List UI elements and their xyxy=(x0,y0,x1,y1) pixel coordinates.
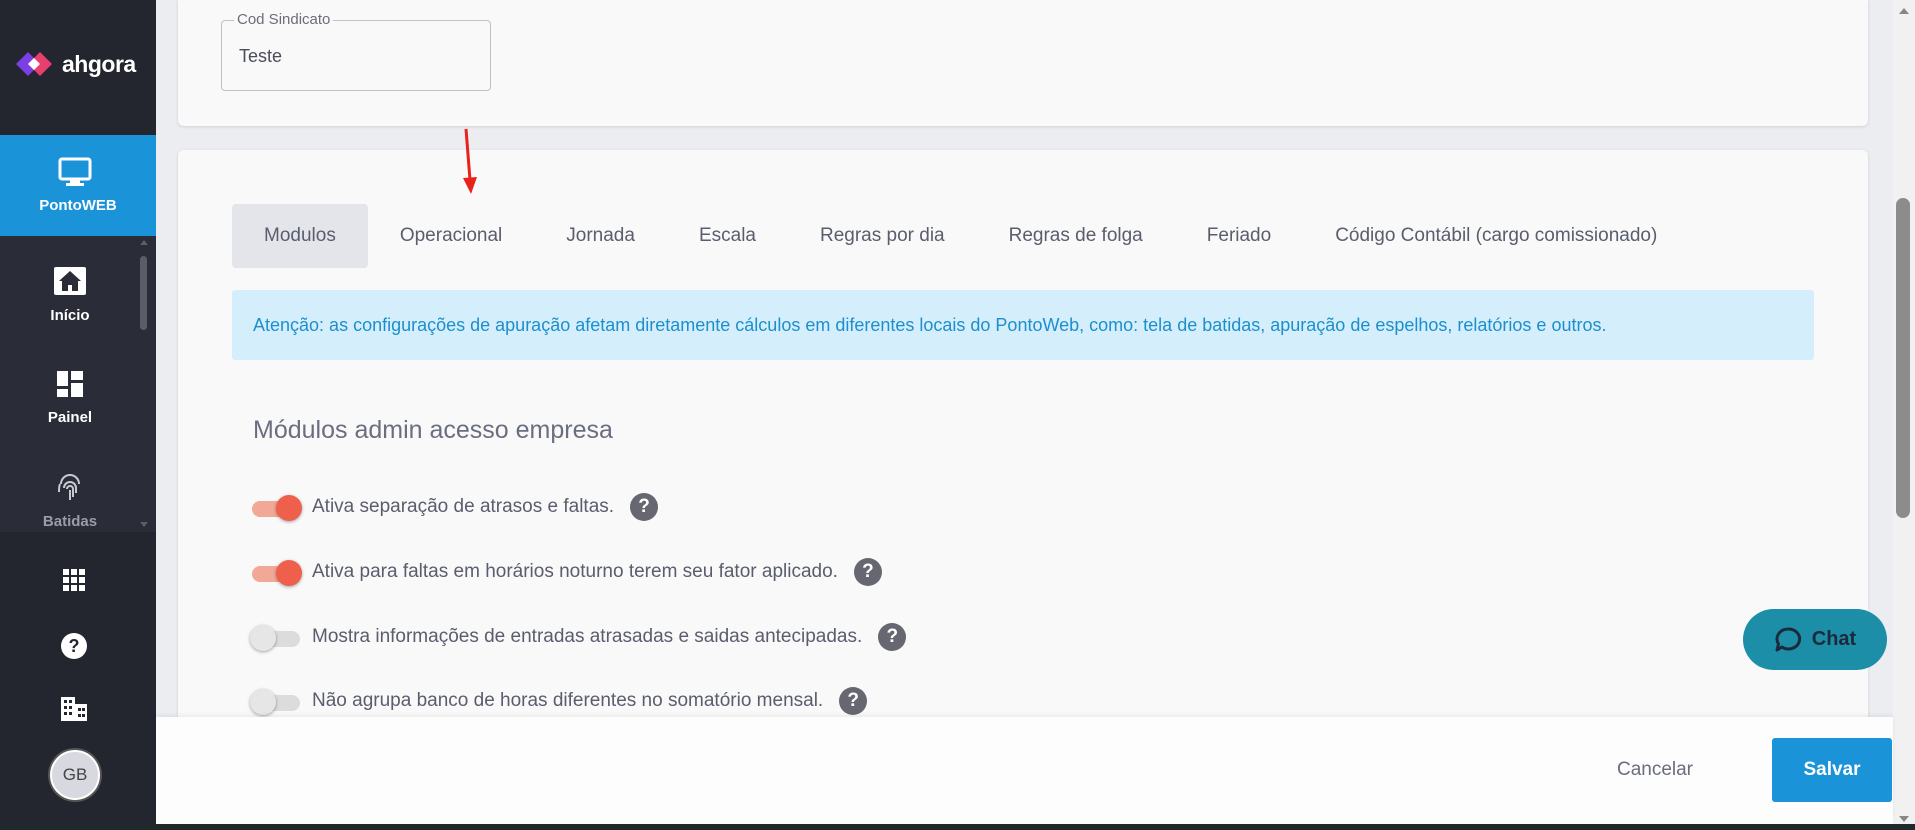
dashboard-icon xyxy=(57,371,83,397)
bottom-edge xyxy=(0,824,1915,830)
option-row: Mostra informações de entradas atrasadas… xyxy=(250,621,907,653)
help-icon[interactable]: ? xyxy=(630,493,659,521)
sidebar-nav-list[interactable]: Início Painel Batidas xyxy=(0,236,156,532)
ahgora-logo[interactable]: ahgora xyxy=(14,44,136,84)
tab-modulos[interactable]: Modulos xyxy=(232,204,368,268)
cod-sindicato-label: Cod Sindicato xyxy=(234,11,334,28)
brand-name: ahgora xyxy=(62,50,136,77)
apps-button[interactable] xyxy=(0,568,148,597)
option-label: Mostra informações de entradas atrasadas… xyxy=(312,626,863,647)
section-title: Módulos admin acesso empresa xyxy=(253,416,613,444)
sidebar-item-painel[interactable]: Painel xyxy=(0,370,140,426)
cod-sindicato-field[interactable]: Cod Sindicato Teste xyxy=(221,11,491,91)
chat-button[interactable]: Chat xyxy=(1743,609,1887,670)
company-button[interactable] xyxy=(0,696,148,727)
tab-escala[interactable]: Escala xyxy=(667,204,788,268)
tab-regras-por-dia[interactable]: Regras por dia xyxy=(788,204,977,268)
settings-tabs: Modulos Operacional Jornada Escala Regra… xyxy=(232,204,1689,268)
ahgora-logo-icon xyxy=(16,52,52,76)
home-icon xyxy=(54,267,86,295)
scroll-up-icon[interactable] xyxy=(1899,8,1909,14)
cod-sindicato-value[interactable]: Teste xyxy=(239,46,282,67)
annotation-arrow-icon xyxy=(463,128,477,194)
page-scrollbar-thumb[interactable] xyxy=(1896,198,1910,518)
option-row: Ativa separação de atrasos e faltas. ? xyxy=(250,491,659,523)
fingerprint-icon xyxy=(58,474,80,500)
info-alert: Atenção: as configurações de apuração af… xyxy=(232,290,1814,360)
tab-feriado[interactable]: Feriado xyxy=(1175,204,1303,268)
option-row: Ativa para faltas em horários noturno te… xyxy=(250,556,882,588)
scroll-down-icon[interactable] xyxy=(1899,816,1909,822)
help-icon[interactable]: ? xyxy=(853,558,882,586)
chat-label: Chat xyxy=(1811,628,1857,650)
tab-codigo-contabil[interactable]: Código Contábil (cargo comissionado) xyxy=(1303,204,1689,268)
tab-operacional[interactable]: Operacional xyxy=(368,204,534,268)
save-button[interactable]: Salvar xyxy=(1772,738,1892,802)
help-icon: ? xyxy=(61,633,87,659)
tab-jornada[interactable]: Jornada xyxy=(534,204,667,268)
sidebar-scroll-down-icon[interactable] xyxy=(140,522,148,527)
option-label: Não agrupa banco de horas diferentes no … xyxy=(312,690,824,711)
sidebar-item-label: Batidas xyxy=(42,513,98,530)
sidebar-item-label: Início xyxy=(50,307,90,324)
sidebar-item-label: PontoWEB xyxy=(39,197,117,214)
apps-grid-icon xyxy=(63,569,85,591)
sidebar: ahgora PontoWEB Início Painel Batidas ? … xyxy=(0,0,156,830)
user-avatar[interactable]: GB xyxy=(50,750,100,800)
tab-regras-de-folga[interactable]: Regras de folga xyxy=(977,204,1175,268)
help-icon[interactable]: ? xyxy=(839,687,868,715)
sidebar-scrollbar[interactable] xyxy=(140,256,147,330)
option-label: Ativa para faltas em horários noturno te… xyxy=(312,561,838,582)
sidebar-item-inicio[interactable]: Início xyxy=(0,266,140,324)
sidebar-item-label: Painel xyxy=(47,409,93,426)
chat-bubble-icon xyxy=(1775,626,1801,651)
monitor-icon xyxy=(58,157,92,186)
option-label: Ativa separação de atrasos e faltas. xyxy=(312,496,615,517)
help-icon[interactable]: ? xyxy=(878,623,907,651)
toggle-switch[interactable] xyxy=(250,685,304,717)
svg-text:?: ? xyxy=(69,636,80,656)
company-building-icon xyxy=(61,697,87,721)
sidebar-scroll-up-icon[interactable] xyxy=(140,240,148,245)
help-button[interactable]: ? xyxy=(0,632,148,665)
cancel-button[interactable]: Cancelar xyxy=(1600,737,1710,803)
option-row: Não agrupa banco de horas diferentes no … xyxy=(250,685,868,717)
sidebar-item-pontoweb[interactable]: PontoWEB xyxy=(0,135,156,244)
toggle-switch[interactable] xyxy=(250,491,304,523)
toggle-switch[interactable] xyxy=(250,621,304,653)
sidebar-item-batidas[interactable]: Batidas xyxy=(0,472,140,530)
toggle-switch[interactable] xyxy=(250,556,304,588)
